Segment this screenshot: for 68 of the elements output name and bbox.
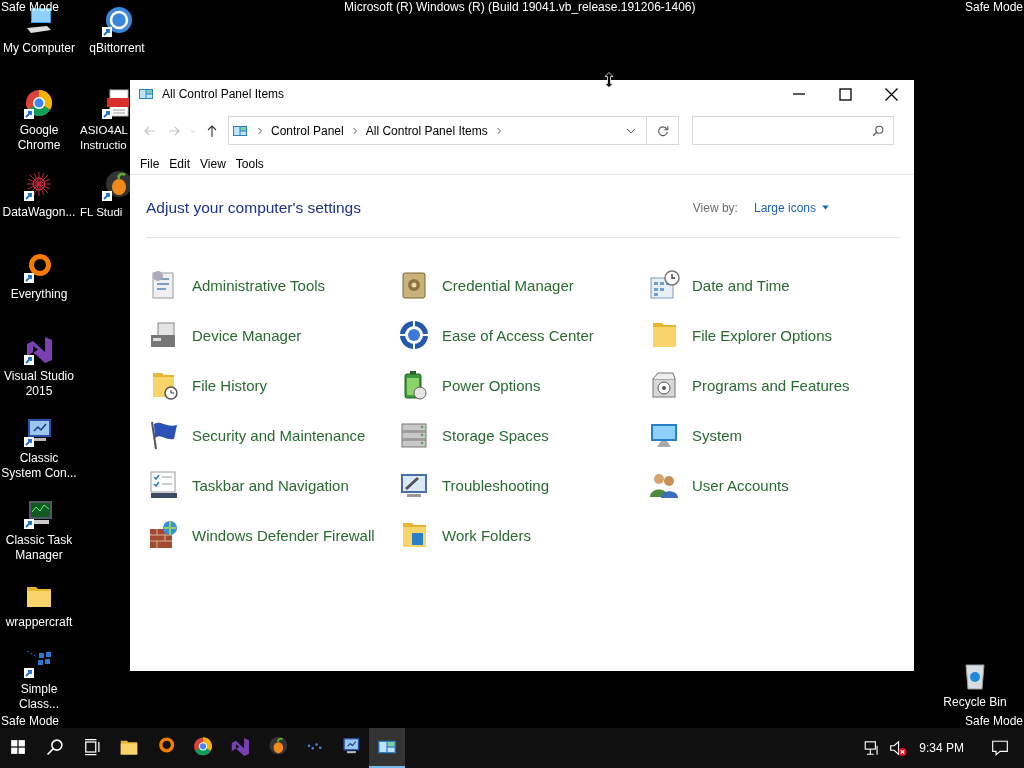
control-panel-item[interactable]: System: [648, 414, 898, 457]
desktop-icon-label[interactable]: qBittorrent: [89, 41, 145, 56]
control-panel-item[interactable]: Storage Spaces: [398, 414, 648, 457]
control-panel-item[interactable]: Credential Manager: [398, 264, 648, 307]
control-panel-item[interactable]: File History: [148, 364, 398, 407]
fruit-logo-icon[interactable]: [101, 170, 133, 202]
control-panel-item[interactable]: Work Folders: [398, 514, 648, 557]
desktop-icon-label[interactable]: Classic System Con...: [1, 451, 77, 481]
chrome-icon: [191, 736, 214, 758]
control-panel-item[interactable]: File Explorer Options: [648, 314, 898, 357]
calendar-clock-icon: [648, 269, 680, 302]
banner-text: Microsoft (R) Windows (R) (Build 19041.vb_release.191206-1406): [344, 0, 696, 14]
page-heading: Adjust your computer's settings: [146, 198, 361, 218]
menu-item[interactable]: Edit: [164, 155, 196, 173]
menu-item[interactable]: File: [135, 155, 165, 173]
desktop-icon-label[interactable]: Google Chrome: [1, 123, 77, 153]
control-panel-icon: [138, 86, 154, 102]
control-panel-item[interactable]: Taskbar and Navigation: [148, 464, 398, 507]
refresh-icon: [655, 123, 670, 138]
control-panel-item[interactable]: Windows Defender Firewall: [148, 514, 398, 557]
chevron-icon: [494, 126, 503, 135]
desktop-icon-label[interactable]: My Computer: [3, 41, 75, 56]
breadcrumb-link[interactable]: All Control Panel Items: [362, 121, 491, 140]
chevron-icon: [256, 126, 264, 135]
search-icon: [871, 123, 885, 138]
control-panel-item[interactable]: Device Manager: [148, 314, 398, 357]
control-panel-item[interactable]: Programs and Features: [648, 364, 898, 407]
menu-item[interactable]: View: [195, 155, 231, 173]
maximize-icon: [838, 87, 852, 101]
close-icon: [884, 87, 898, 101]
desktop-icon-label[interactable]: Recycle Bin: [943, 695, 1007, 710]
control-panel-item[interactable]: Date and Time: [648, 264, 898, 307]
search-icon: [44, 737, 65, 757]
desktop-icon-label[interactable]: Simple Class...: [1, 682, 77, 712]
start-icon: [8, 737, 28, 757]
desktop-icon-label[interactable]: Visual Studio 2015: [1, 369, 77, 399]
banner-text: Safe Mode: [964, 714, 1023, 728]
desktop-icon-label[interactable]: DataWagon...: [2, 205, 76, 220]
chevron-icon: [350, 126, 359, 135]
chrome-icon[interactable]: [23, 88, 55, 120]
desktop-icon-label[interactable]: ASIO4AL Instructio: [80, 123, 131, 153]
control-panel-item[interactable]: Troubleshooting: [398, 464, 648, 507]
minimize-icon: [793, 93, 805, 95]
control-panel-item[interactable]: Power Options: [398, 364, 648, 407]
address-bar[interactable]: Control Panel All Control Panel Items: [228, 116, 679, 145]
desktop-icon-label[interactable]: Classic Task Manager: [1, 533, 77, 563]
clock[interactable]: 9:34 PM: [911, 728, 976, 768]
control-panel-item[interactable]: Security and Maintenance: [148, 414, 398, 457]
notification-icon: [991, 739, 1009, 757]
control-panel-item[interactable]: Ease of Access Center: [398, 314, 648, 357]
banner-text: Safe Mode: [1, 714, 60, 728]
flag-icon: [148, 419, 180, 452]
menu-item[interactable]: Tools: [230, 155, 269, 173]
desktop-icon-label[interactable]: Everything: [10, 287, 68, 302]
breadcrumb-link[interactable]: Control Panel: [268, 121, 347, 140]
view-by-label: View by:: [692, 199, 738, 217]
desktop-icon-label[interactable]: wrappercraft: [5, 615, 73, 630]
accessibility-icon: [398, 319, 430, 352]
desktop-icon-label[interactable]: FL Studi: [80, 205, 123, 220]
task-manager-icon[interactable]: [23, 498, 55, 530]
taskbar-button[interactable]: [369, 728, 405, 768]
search-field[interactable]: [692, 116, 894, 145]
banner-text: Safe Mode: [964, 0, 1023, 14]
control-panel-item[interactable]: Administrative Tools: [148, 264, 398, 307]
control-panel-item[interactable]: User Accounts: [648, 464, 898, 507]
window-title: All Control Panel Items: [162, 86, 285, 103]
torrent-app-icon[interactable]: [101, 6, 133, 38]
view-by-dropdown[interactable]: Large icons: [753, 198, 830, 217]
